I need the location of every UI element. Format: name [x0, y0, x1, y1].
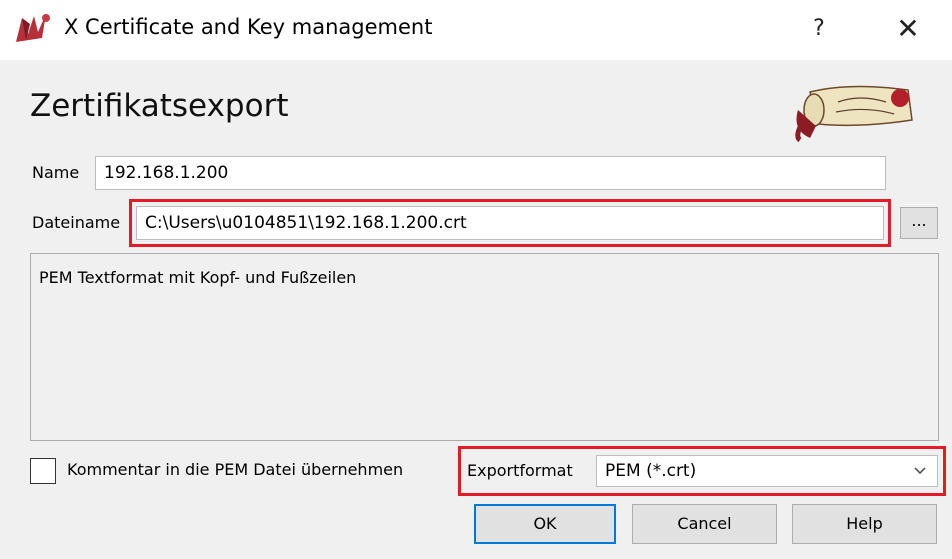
help-icon[interactable]: ?: [795, 10, 843, 48]
browse-button[interactable]: ...: [900, 207, 938, 239]
filename-label: Dateiname: [32, 213, 121, 232]
comment-checkbox[interactable]: [30, 458, 56, 484]
name-label: Name: [32, 163, 80, 182]
cancel-button[interactable]: Cancel: [632, 504, 777, 544]
ok-button[interactable]: OK: [474, 504, 616, 544]
title-bar: X Certificate and Key management ? ✕: [0, 0, 952, 60]
xca-logo: [795, 85, 913, 142]
exportformat-highlight: [458, 446, 946, 496]
window-title: X Certificate and Key management: [64, 15, 433, 39]
page-title: Zertifikatsexport: [30, 88, 289, 124]
dialog-window: X Certificate and Key management ? ✕ Zer…: [0, 0, 952, 559]
name-field[interactable]: 192.168.1.200: [95, 156, 886, 190]
help-button[interactable]: Help: [792, 504, 937, 544]
app-logo-icon: [16, 14, 50, 42]
filename-highlight: [129, 199, 891, 247]
close-icon[interactable]: ✕: [884, 10, 932, 48]
comment-checkbox-label[interactable]: Kommentar in die PEM Datei übernehmen: [67, 460, 403, 479]
format-description: PEM Textformat mit Kopf- und Fußzeilen: [30, 253, 939, 441]
